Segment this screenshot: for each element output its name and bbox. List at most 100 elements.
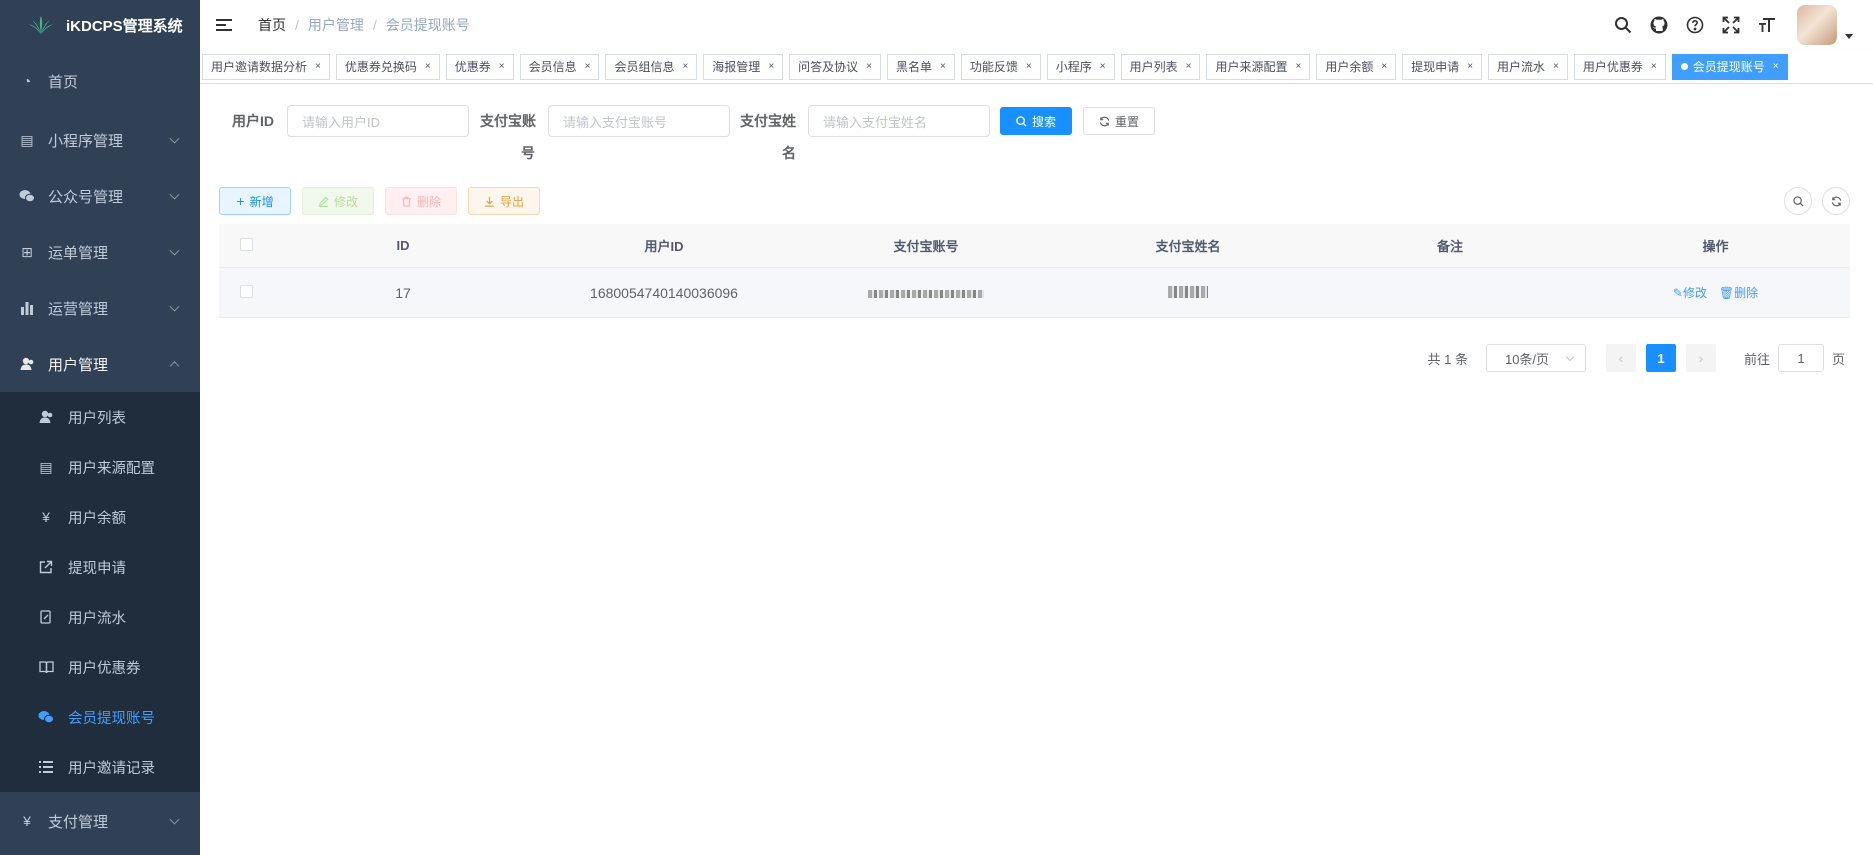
column-header[interactable]: 操作 xyxy=(1581,236,1850,255)
sidebar-item-user-balance[interactable]: ¥ 用户余额 xyxy=(0,492,200,542)
masked-text xyxy=(1168,285,1208,298)
edit-button[interactable]: 修改 xyxy=(302,187,374,215)
row-edit-link[interactable]: ✎修改 xyxy=(1673,286,1707,300)
sidebar-item-member-withdraw-account[interactable]: 会员提现账号 xyxy=(0,692,200,742)
tag-item-active[interactable]: 会员提现账号 × xyxy=(1671,53,1788,80)
close-icon[interactable]: × xyxy=(1295,61,1301,72)
row-checkbox[interactable] xyxy=(239,284,253,298)
refresh-button[interactable] xyxy=(1822,187,1850,215)
caret-down-icon[interactable] xyxy=(1845,33,1853,39)
tag-item[interactable]: 海报管理 × xyxy=(703,53,784,80)
page-button-current[interactable]: 1 xyxy=(1645,344,1676,372)
masked-text xyxy=(868,289,984,298)
sidebar-item-user-list[interactable]: 用户列表 xyxy=(0,392,200,442)
tag-item[interactable]: 用户邀请数据分析 × xyxy=(202,53,330,80)
close-icon[interactable]: × xyxy=(315,61,321,72)
sidebar-item-user-flow[interactable]: 用户流水 xyxy=(0,592,200,642)
close-icon[interactable]: × xyxy=(1651,61,1657,72)
tag-item[interactable]: 优惠券 × xyxy=(445,53,514,80)
fullscreen-icon[interactable] xyxy=(1721,15,1741,35)
tag-item[interactable]: 提现申请 × xyxy=(1402,53,1483,80)
tag-item[interactable]: 会员信息 × xyxy=(519,53,600,80)
table-row[interactable]: 17 1680054740140036096 ✎修改 🗑删除 xyxy=(219,268,1850,318)
sidebar-item-label: 支付管理 xyxy=(48,813,109,831)
goto-page-input[interactable]: 1 xyxy=(1777,344,1824,372)
close-icon[interactable]: × xyxy=(585,61,591,72)
hamburger-menu-icon[interactable] xyxy=(216,15,236,35)
close-icon[interactable]: × xyxy=(1186,61,1192,72)
row-delete-link[interactable]: 🗑删除 xyxy=(1719,286,1758,300)
close-icon[interactable]: × xyxy=(425,61,431,72)
add-button[interactable]: + 新增 xyxy=(219,187,291,215)
search-button[interactable]: 搜索 xyxy=(1000,107,1072,135)
tag-item[interactable]: 用户列表 × xyxy=(1120,53,1201,80)
toggle-search-button[interactable] xyxy=(1784,187,1812,215)
help-icon[interactable] xyxy=(1685,15,1705,35)
user-id-input[interactable]: 请输入用户ID xyxy=(287,105,469,137)
bar-chart-icon xyxy=(18,299,36,317)
column-header[interactable]: 备注 xyxy=(1319,236,1581,255)
sidebar-item-withdraw-request[interactable]: 提现申请 xyxy=(0,542,200,592)
search-icon[interactable] xyxy=(1613,15,1633,35)
sidebar-item-operation[interactable]: 运营管理 xyxy=(0,280,200,336)
tag-item[interactable]: 会员组信息 × xyxy=(605,53,698,80)
close-icon[interactable]: × xyxy=(1381,61,1387,72)
sidebar-item-miniprogram[interactable]: ▤ 小程序管理 xyxy=(0,112,200,168)
tag-item[interactable]: 优惠券兑换码 × xyxy=(335,53,440,80)
column-header[interactable]: 支付宝账号 xyxy=(795,236,1057,255)
close-icon[interactable]: × xyxy=(866,61,872,72)
close-icon[interactable]: × xyxy=(682,61,688,72)
font-size-icon[interactable] xyxy=(1757,15,1777,35)
alipay-account-label: 支付宝账 xyxy=(480,113,536,129)
github-icon[interactable] xyxy=(1649,15,1669,35)
close-icon[interactable]: × xyxy=(1553,61,1559,72)
app-title: iKDCPS管理系统 xyxy=(66,17,183,35)
tag-item[interactable]: 用户流水 × xyxy=(1488,53,1568,80)
tag-item[interactable]: 用户优惠券 × xyxy=(1573,53,1666,80)
sidebar-item-home[interactable]: ◔ 首页 xyxy=(0,50,200,112)
delete-button[interactable]: 删除 xyxy=(385,187,457,215)
column-header[interactable]: 用户ID xyxy=(533,236,795,255)
column-header[interactable]: 支付宝姓名 xyxy=(1057,236,1319,255)
close-icon[interactable]: × xyxy=(1773,61,1779,72)
reset-button[interactable]: 重置 xyxy=(1083,107,1155,135)
sidebar-item-label: 用户列表 xyxy=(68,410,126,427)
sidebar-item-user-management[interactable]: 用户管理 xyxy=(0,336,200,392)
close-icon[interactable]: × xyxy=(499,61,505,72)
app-logo[interactable]: iKDCPS管理系统 xyxy=(0,0,200,50)
tags-view: 用户邀请数据分析 × 优惠券兑换码 × 优惠券 × 会员信息 × 会员组信息 × 海报管理… xyxy=(200,50,1873,84)
close-icon[interactable]: × xyxy=(940,61,946,72)
avatar[interactable] xyxy=(1797,5,1837,45)
next-page-button[interactable]: › xyxy=(1685,344,1716,372)
trash-icon xyxy=(402,196,411,207)
close-icon[interactable]: × xyxy=(768,61,774,72)
sidebar-item-payment[interactable]: ¥ 支付管理 xyxy=(0,792,200,850)
column-header[interactable]: ID xyxy=(273,238,533,253)
document-icon: ▤ xyxy=(39,458,53,475)
close-icon[interactable]: × xyxy=(1026,61,1032,72)
tag-item[interactable]: 用户余额 × xyxy=(1316,53,1397,80)
close-icon[interactable]: × xyxy=(1100,61,1106,72)
select-all-checkbox[interactable] xyxy=(239,237,253,251)
sidebar-item-user-coupon[interactable]: 用户优惠券 xyxy=(0,642,200,692)
sidebar-item-official-account[interactable]: 公众号管理 xyxy=(0,168,200,224)
sidebar-item-user-invite-record[interactable]: 用户邀请记录 xyxy=(0,742,200,792)
tag-item[interactable]: 用户来源配置 × xyxy=(1206,53,1311,80)
sidebar-item-user-source-config[interactable]: ▤ 用户来源配置 xyxy=(0,442,200,492)
page-size-select[interactable]: 10条/页 xyxy=(1485,344,1586,372)
page-jump: 前往 1 页 xyxy=(1744,344,1845,372)
prev-page-button[interactable]: ‹ xyxy=(1605,344,1636,372)
alipay-account-input[interactable]: 请输入支付宝账号 xyxy=(548,105,730,137)
tag-item[interactable]: 黑名单 × xyxy=(887,53,955,80)
alipay-name-input[interactable]: 请输入支付宝姓名 xyxy=(808,105,990,137)
export-button[interactable]: 导出 xyxy=(468,187,540,215)
sidebar-item-waybill[interactable]: ⊞ 运单管理 xyxy=(0,224,200,280)
cell-user-id: 1680054740140036096 xyxy=(590,284,738,301)
tag-item[interactable]: 问答及协议 × xyxy=(789,53,882,80)
breadcrumb-home[interactable]: 首页 xyxy=(258,15,286,35)
search-icon xyxy=(1792,195,1804,207)
tag-item[interactable]: 功能反馈 × xyxy=(960,53,1041,80)
sidebar-item-label: 运营管理 xyxy=(48,300,109,318)
tag-item[interactable]: 小程序 × xyxy=(1046,53,1115,80)
close-icon[interactable]: × xyxy=(1467,61,1473,72)
